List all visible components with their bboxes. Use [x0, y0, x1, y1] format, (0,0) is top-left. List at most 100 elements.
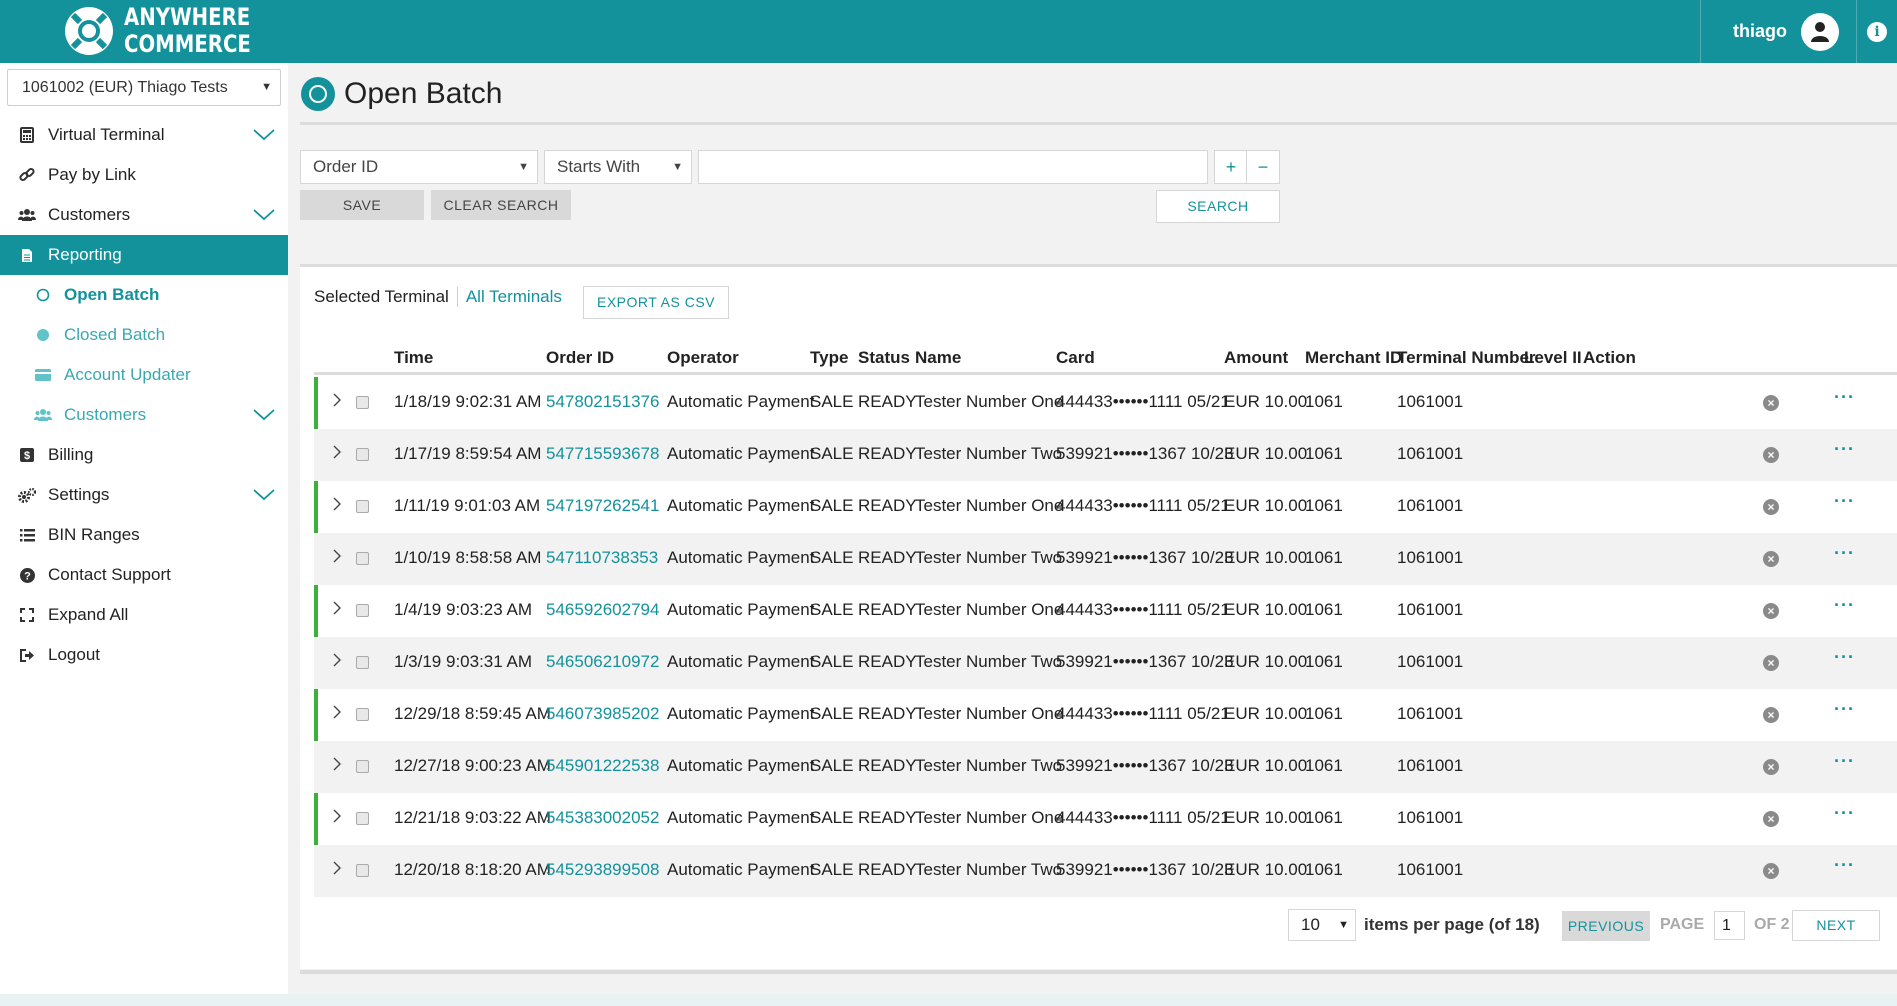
- row-actions-ellipsis-icon[interactable]: ···: [1834, 595, 1855, 616]
- sidebar-item-reporting[interactable]: Reporting: [0, 235, 288, 275]
- expand-row-chevron-right-icon[interactable]: [332, 808, 342, 829]
- expand-row-chevron-right-icon[interactable]: [332, 652, 342, 673]
- column-header-type[interactable]: Type: [810, 348, 848, 368]
- chevron-down-icon[interactable]: [252, 405, 276, 423]
- sidebar-item-account-updater[interactable]: Account Updater: [0, 355, 288, 395]
- search-field-select[interactable]: Order ID ▼: [300, 150, 538, 184]
- user-avatar-icon[interactable]: [1801, 12, 1839, 51]
- remove-criteria-button[interactable]: −: [1246, 150, 1280, 184]
- table-row[interactable]: 1/3/19 9:03:31 AM 546506210972 Automatic P…: [314, 637, 1897, 689]
- column-header-card[interactable]: Card: [1056, 348, 1095, 368]
- column-header-order-id[interactable]: Order ID: [546, 348, 614, 368]
- row-checkbox[interactable]: [356, 656, 369, 669]
- user-menu[interactable]: thiago: [1700, 0, 1839, 63]
- sidebar-item-open-batch[interactable]: Open Batch: [0, 275, 288, 315]
- table-row[interactable]: 1/17/19 8:59:54 AM 547715593678 Automatic …: [314, 429, 1897, 481]
- selected-terminal-label[interactable]: Selected Terminal: [314, 287, 449, 307]
- cell-order-id[interactable]: 545383002052: [546, 808, 659, 828]
- row-checkbox[interactable]: [356, 864, 369, 877]
- table-row[interactable]: 12/27/18 9:00:23 AM 545901222538 Automatic…: [314, 741, 1897, 793]
- column-header-level-ii[interactable]: Level II: [1524, 348, 1582, 368]
- row-checkbox[interactable]: [356, 604, 369, 617]
- export-csv-button[interactable]: EXPORT AS CSV: [583, 286, 729, 319]
- sidebar-item-customers-reporting[interactable]: Customers: [0, 395, 288, 435]
- row-actions-ellipsis-icon[interactable]: ···: [1834, 491, 1855, 512]
- expand-row-chevron-right-icon[interactable]: [332, 548, 342, 569]
- sidebar-item-virtual-terminal[interactable]: Virtual Terminal: [0, 115, 288, 155]
- expand-row-chevron-right-icon[interactable]: [332, 444, 342, 465]
- column-header-terminal-number[interactable]: Terminal Number: [1397, 348, 1536, 368]
- cell-order-id[interactable]: 545293899508: [546, 860, 659, 880]
- expand-row-chevron-right-icon[interactable]: [332, 600, 342, 621]
- row-checkbox[interactable]: [356, 708, 369, 721]
- expand-row-chevron-right-icon[interactable]: [332, 496, 342, 517]
- expand-row-chevron-right-icon[interactable]: [332, 392, 342, 413]
- sidebar-item-customers[interactable]: Customers: [0, 195, 288, 235]
- chevron-down-icon[interactable]: [252, 125, 276, 143]
- cell-order-id[interactable]: 546506210972: [546, 652, 659, 672]
- table-row[interactable]: 12/29/18 8:59:45 AM 546073985202 Automatic…: [314, 689, 1897, 741]
- cell-order-id[interactable]: 547197262541: [546, 496, 659, 516]
- expand-row-chevron-right-icon[interactable]: [332, 756, 342, 777]
- row-checkbox[interactable]: [356, 760, 369, 773]
- row-checkbox[interactable]: [356, 396, 369, 409]
- column-header-name[interactable]: Name: [915, 348, 961, 368]
- row-actions-ellipsis-icon[interactable]: ···: [1834, 387, 1855, 408]
- cell-order-id[interactable]: 545901222538: [546, 756, 659, 776]
- row-actions-ellipsis-icon[interactable]: ···: [1834, 699, 1855, 720]
- user-name[interactable]: thiago: [1733, 21, 1787, 42]
- table-row[interactable]: 1/10/19 8:58:58 AM 547110738353 Automatic …: [314, 533, 1897, 585]
- table-row[interactable]: 1/4/19 9:03:23 AM 546592602794 Automatic P…: [314, 585, 1897, 637]
- row-actions-ellipsis-icon[interactable]: ···: [1834, 647, 1855, 668]
- column-header-time[interactable]: Time: [394, 348, 433, 368]
- search-button[interactable]: SEARCH: [1156, 190, 1280, 223]
- merchant-select[interactable]: 1061002 (EUR) Thiago Tests ▼: [7, 69, 281, 106]
- cell-order-id[interactable]: 546073985202: [546, 704, 659, 724]
- sidebar-item-logout[interactable]: Logout: [0, 635, 288, 675]
- save-button[interactable]: SAVE: [300, 190, 424, 220]
- chevron-down-icon[interactable]: [252, 205, 276, 223]
- row-actions-ellipsis-icon[interactable]: ···: [1834, 855, 1855, 876]
- row-checkbox[interactable]: [356, 500, 369, 513]
- items-per-page-select[interactable]: 10 ▼: [1288, 909, 1356, 941]
- cell-order-id[interactable]: 547110738353: [546, 548, 658, 568]
- cell-order-id[interactable]: 546592602794: [546, 600, 659, 620]
- row-actions-ellipsis-icon[interactable]: ···: [1834, 751, 1855, 772]
- add-criteria-button[interactable]: +: [1214, 150, 1248, 184]
- table-row[interactable]: 12/21/18 9:03:22 AM 545383002052 Automatic…: [314, 793, 1897, 845]
- table-row[interactable]: 1/18/19 9:02:31 AM 547802151376 Automatic …: [314, 377, 1897, 429]
- search-value-input[interactable]: [698, 150, 1208, 184]
- sidebar-item-closed-batch[interactable]: Closed Batch: [0, 315, 288, 355]
- row-actions-ellipsis-icon[interactable]: ···: [1834, 543, 1855, 564]
- previous-page-button[interactable]: PREVIOUS: [1562, 911, 1650, 941]
- column-header-action[interactable]: Action: [1583, 348, 1636, 368]
- sidebar-item-expand-all[interactable]: Expand All: [0, 595, 288, 635]
- column-header-status[interactable]: Status: [858, 348, 910, 368]
- column-header-operator[interactable]: Operator: [667, 348, 739, 368]
- cell-order-id[interactable]: 547715593678: [546, 444, 659, 464]
- column-header-amount[interactable]: Amount: [1224, 348, 1288, 368]
- table-row[interactable]: 12/20/18 8:18:20 AM 545293899508 Automatic…: [314, 845, 1897, 897]
- table-row[interactable]: 1/11/19 9:01:03 AM 547197262541 Automatic …: [314, 481, 1897, 533]
- expand-row-chevron-right-icon[interactable]: [332, 860, 342, 881]
- sidebar-item-billing[interactable]: $ Billing: [0, 435, 288, 475]
- row-checkbox[interactable]: [356, 448, 369, 461]
- row-checkbox[interactable]: [356, 552, 369, 565]
- sidebar-item-pay-by-link[interactable]: Pay by Link: [0, 155, 288, 195]
- sidebar-item-settings[interactable]: Settings: [0, 475, 288, 515]
- row-actions-ellipsis-icon[interactable]: ···: [1834, 803, 1855, 824]
- sidebar-item-contact-support[interactable]: ? Contact Support: [0, 555, 288, 595]
- sidebar-item-bin-ranges[interactable]: BIN Ranges: [0, 515, 288, 555]
- info-icon[interactable]: i: [1867, 21, 1887, 42]
- row-actions-ellipsis-icon[interactable]: ···: [1834, 439, 1855, 460]
- info-button[interactable]: i: [1856, 0, 1897, 63]
- search-operator-select[interactable]: Starts With ▼: [544, 150, 692, 184]
- row-checkbox[interactable]: [356, 812, 369, 825]
- expand-row-chevron-right-icon[interactable]: [332, 704, 342, 725]
- all-terminals-link[interactable]: All Terminals: [456, 287, 562, 307]
- cell-order-id[interactable]: 547802151376: [546, 392, 659, 412]
- clear-search-button[interactable]: CLEAR SEARCH: [431, 190, 571, 220]
- page-number-input[interactable]: 1: [1714, 911, 1745, 940]
- column-header-merchant-id[interactable]: Merchant ID: [1305, 348, 1402, 368]
- chevron-down-icon[interactable]: [252, 485, 276, 503]
